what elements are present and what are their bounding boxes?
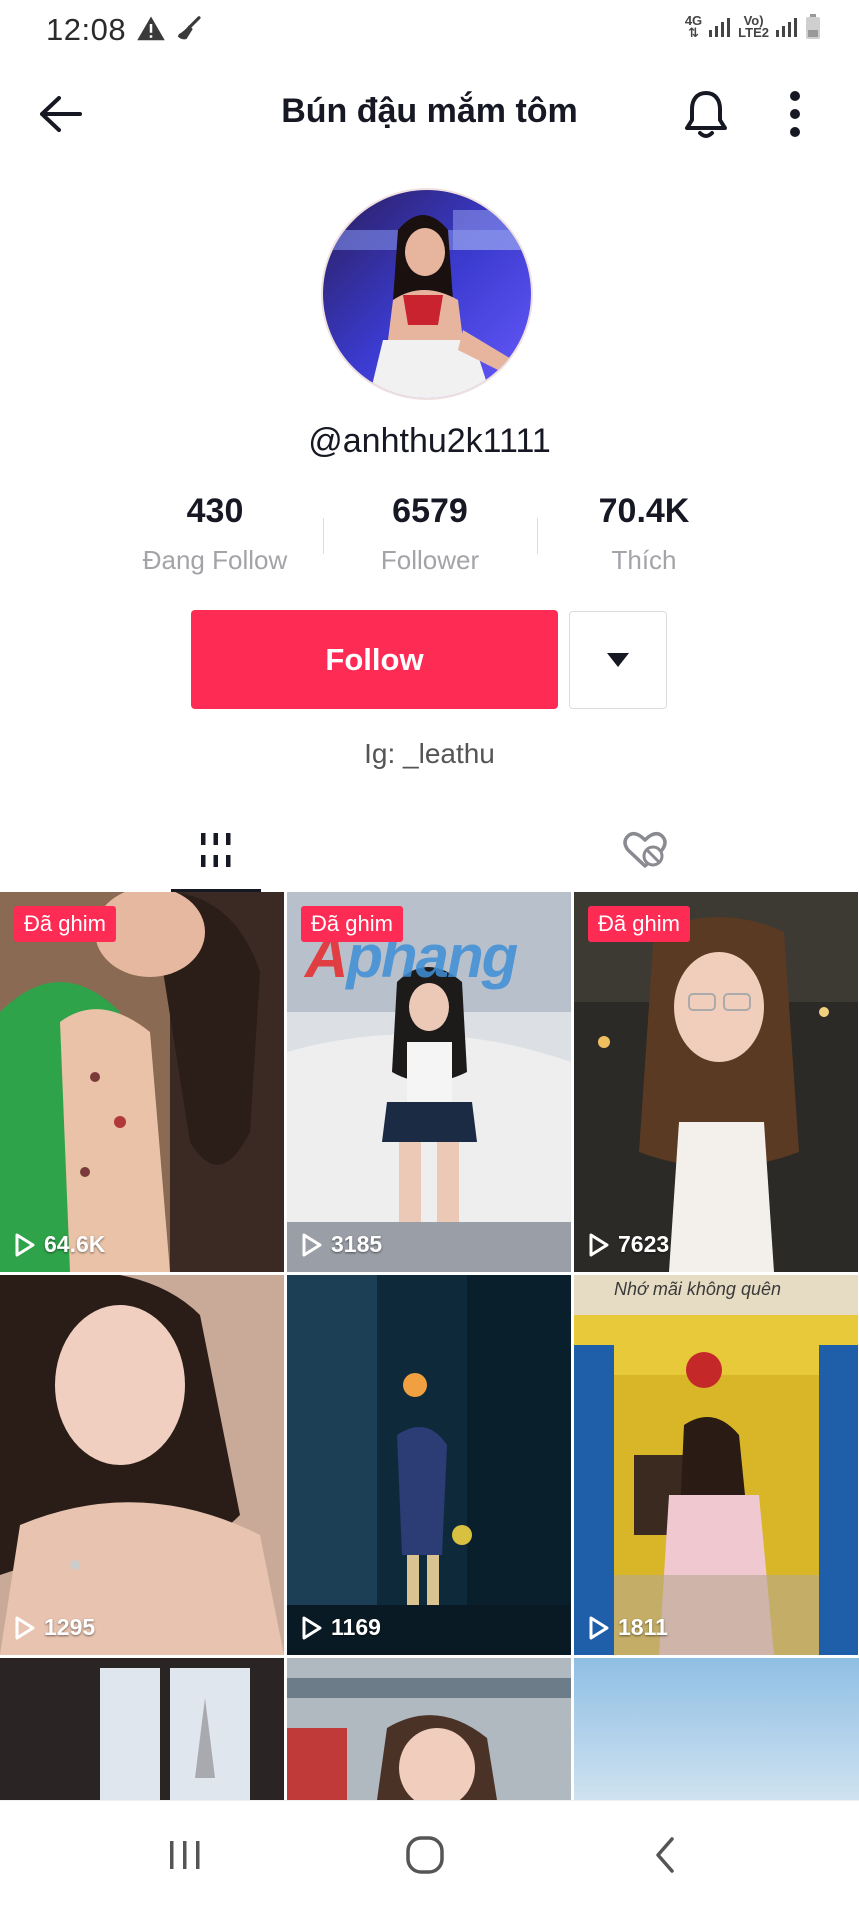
- home-button[interactable]: [390, 1823, 460, 1887]
- view-count: 1169: [301, 1614, 381, 1641]
- pinned-badge: Đã ghim: [588, 906, 690, 942]
- username: @anhthu2k1111: [308, 422, 551, 460]
- status-time: 12:08: [46, 12, 127, 47]
- video-tile[interactable]: Đã ghim 7623: [574, 892, 858, 1272]
- view-count: 7623: [588, 1231, 669, 1258]
- pinned-badge: Đã ghim: [301, 906, 403, 942]
- stat-following[interactable]: 430 Đang Follow: [115, 492, 315, 576]
- view-count: 3185: [301, 1231, 382, 1258]
- view-count-value: 1811: [618, 1614, 668, 1640]
- play-icon: [302, 1616, 322, 1639]
- liked-hidden-icon: [623, 832, 667, 868]
- video-tile[interactable]: Đã ghim 64.6K: [0, 892, 284, 1272]
- signal-icon: [709, 18, 731, 37]
- system-nav-bar: [0, 1800, 859, 1908]
- video-tile[interactable]: 1295: [0, 1275, 284, 1655]
- play-icon: [589, 1233, 609, 1256]
- view-count: 1295: [14, 1614, 95, 1641]
- stat-divider: [323, 518, 324, 554]
- notification-bell-button[interactable]: [678, 86, 734, 142]
- bio: Ig: _leathu: [364, 738, 495, 769]
- home-icon: [406, 1836, 444, 1874]
- broom-icon: [177, 16, 201, 40]
- follow-button[interactable]: Follow: [191, 610, 558, 709]
- status-bar: 12:08 4G ⇅ Vo) LTE2: [0, 0, 859, 62]
- stat-followers[interactable]: 6579 Follower: [330, 492, 530, 576]
- status-left-icons: [136, 14, 204, 44]
- stat-likes-value: 70.4K: [598, 492, 690, 530]
- more-options-button[interactable]: [775, 86, 815, 142]
- back-nav-button[interactable]: [630, 1823, 700, 1887]
- view-count-value: 3185: [331, 1231, 383, 1257]
- video-tile[interactable]: [0, 1658, 284, 1800]
- back-nav-icon: [656, 1837, 674, 1873]
- grid-videos-icon: [201, 833, 231, 867]
- volte-label: Vo) LTE2: [738, 13, 769, 40]
- play-icon: [302, 1233, 322, 1256]
- profile-stats: 430 Đang Follow 6579 Follower 70.4K Thíc…: [110, 492, 750, 592]
- view-count: 1811: [588, 1614, 668, 1641]
- video-tile[interactable]: [287, 1658, 571, 1800]
- video-tile[interactable]: Nhớ mãi không quên 1811: [574, 1275, 858, 1655]
- recent-apps-button[interactable]: [150, 1823, 220, 1887]
- play-icon: [15, 1233, 35, 1256]
- profile-header: Bún đậu mắm tôm: [0, 70, 859, 156]
- network-type-label: 4G ⇅: [684, 13, 703, 40]
- stat-followers-value: 6579: [392, 492, 468, 530]
- stat-following-value: 430: [186, 492, 244, 530]
- stat-following-label: Đang Follow: [142, 545, 288, 575]
- stat-divider: [537, 518, 538, 554]
- profile-tabs: [0, 808, 859, 892]
- view-count-value: 7623: [618, 1231, 670, 1257]
- view-count: 64.6K: [14, 1231, 105, 1258]
- video-tile[interactable]: [574, 1658, 859, 1800]
- video-tile[interactable]: 1169: [287, 1275, 571, 1655]
- tab-liked[interactable]: [600, 808, 690, 892]
- warning-icon: [137, 16, 165, 41]
- battery-icon: [806, 14, 820, 39]
- tab-videos[interactable]: [171, 808, 261, 892]
- video-tile[interactable]: Aphang Đã ghim 3185: [287, 892, 571, 1272]
- avatar[interactable]: [321, 188, 533, 400]
- signal-2-icon: [776, 18, 797, 37]
- sign-text: Nhớ mãi không quên: [614, 1279, 781, 1299]
- bell-icon: [685, 91, 727, 138]
- pinned-badge: Đã ghim: [14, 906, 116, 942]
- stat-likes: 70.4K Thích: [544, 492, 744, 576]
- more-vertical-icon: [790, 91, 800, 137]
- caret-down-icon: [607, 653, 629, 667]
- view-count-value: 1169: [331, 1614, 381, 1640]
- view-count-value: 1295: [44, 1614, 96, 1640]
- view-count-value: 64.6K: [44, 1231, 106, 1257]
- recent-apps-icon: [170, 1841, 200, 1869]
- stat-followers-label: Follower: [380, 545, 480, 575]
- status-right-icons: 4G ⇅ Vo) LTE2: [685, 14, 821, 40]
- play-icon: [15, 1616, 35, 1639]
- play-icon: [589, 1616, 609, 1639]
- stat-likes-label: Thích: [611, 545, 677, 575]
- suggested-accounts-dropdown-button[interactable]: [569, 611, 667, 709]
